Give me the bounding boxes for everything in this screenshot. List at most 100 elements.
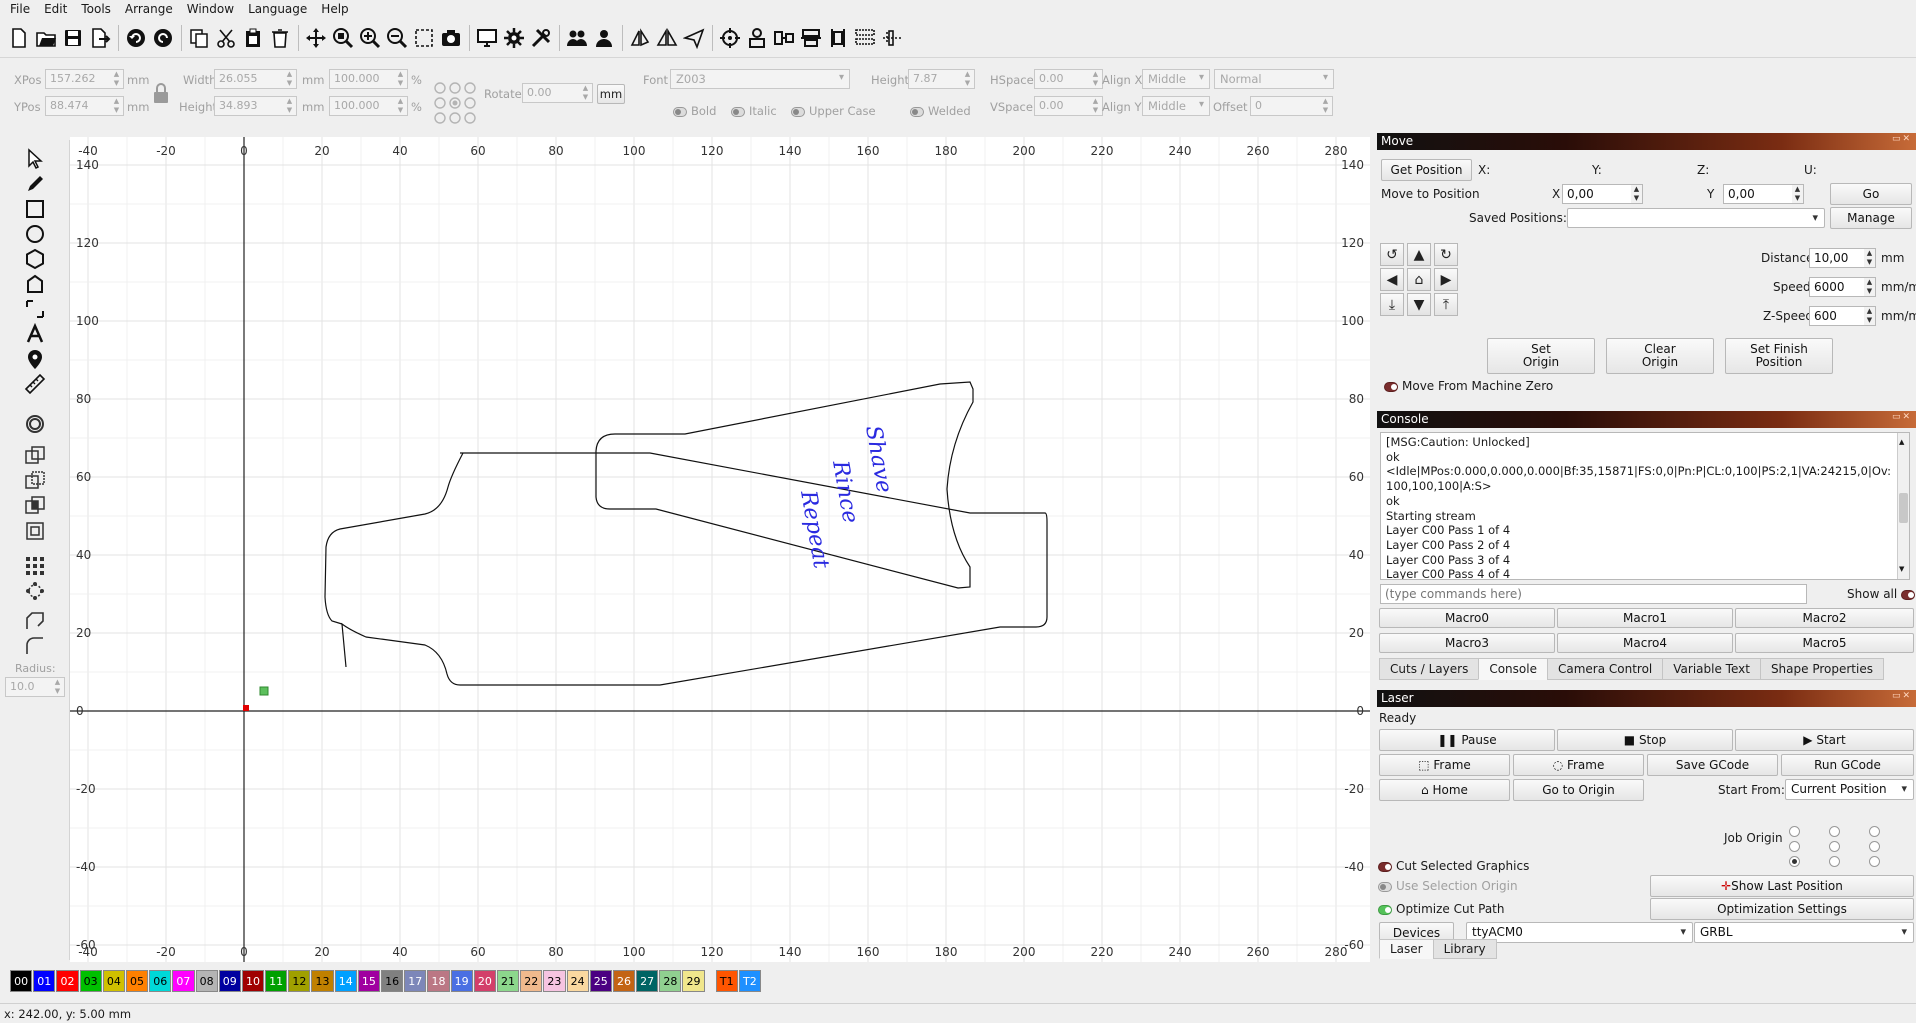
height-input[interactable]: 34.893	[214, 96, 284, 116]
palette-swatch-02[interactable]: 02	[56, 970, 79, 992]
scroll-up-icon[interactable]: ▲	[1899, 435, 1904, 450]
text-tool-icon[interactable]	[21, 322, 49, 346]
job-origin-radio-bl[interactable]	[1789, 856, 1800, 867]
pen-tool-icon[interactable]	[21, 172, 49, 196]
palette-swatch-00[interactable]: 00	[10, 970, 33, 992]
cut-selected-graphics-toggle[interactable]: Cut Selected Graphics	[1378, 859, 1529, 873]
position-laser-icon[interactable]	[21, 347, 49, 371]
jog-down-icon[interactable]: ▼	[1407, 293, 1431, 316]
weld-icon[interactable]	[21, 519, 49, 543]
height-spin[interactable]: ▲ ▼	[283, 96, 297, 116]
group-icon[interactable]	[564, 25, 590, 51]
radius-spin[interactable]: ▲ ▼	[51, 677, 65, 697]
rotate-cw-jog-icon[interactable]: ↻	[1434, 243, 1458, 266]
distance-spin[interactable]: ▲ ▼	[1864, 248, 1876, 268]
menu-help[interactable]: Help	[315, 2, 356, 16]
grid-array-icon[interactable]	[21, 554, 49, 578]
zoom-in-icon[interactable]	[357, 25, 383, 51]
job-origin-radio-tr[interactable]	[1869, 826, 1880, 837]
panel-close-icon[interactable]: ▭✕	[1892, 412, 1912, 422]
align-x-select[interactable]: Middle	[1142, 69, 1210, 89]
palette-swatch-27[interactable]: 27	[636, 970, 659, 992]
bottle-body-left[interactable]	[324, 452, 464, 625]
macro5-button[interactable]: Macro5	[1735, 633, 1914, 653]
tools-icon[interactable]	[528, 25, 554, 51]
palette-swatch-28[interactable]: 28	[659, 970, 682, 992]
palette-swatch-09[interactable]: 09	[218, 970, 241, 992]
palette-swatch-04[interactable]: 04	[102, 970, 125, 992]
speed-spin[interactable]: ▲ ▼	[1864, 277, 1876, 297]
palette-swatch-26[interactable]: 26	[612, 970, 636, 992]
palette-swatch-01[interactable]: 01	[33, 970, 56, 992]
optimize-cut-path-toggle[interactable]: Optimize Cut Path	[1378, 902, 1505, 916]
measure-tool-icon[interactable]	[21, 372, 49, 396]
zoom-out-icon[interactable]	[384, 25, 410, 51]
move-y-spin[interactable]: ▲ ▼	[1792, 184, 1804, 204]
canvas-text-shave[interactable]: Shave	[860, 424, 896, 495]
frame-circle-button[interactable]: ◌ Frame	[1513, 754, 1644, 776]
offset-shapes-icon[interactable]	[21, 412, 49, 436]
palette-swatch-08[interactable]: 08	[195, 970, 218, 992]
distance-input[interactable]: 10,00	[1809, 248, 1865, 268]
palette-swatch-22[interactable]: 22	[520, 970, 543, 992]
design-canvas[interactable]: -40 -40 -20 -20 0 0 20 20 40 40 60 60 80 80 100 100 120 1…	[70, 137, 1370, 962]
mirror-horizontal-icon[interactable]	[627, 25, 653, 51]
settings-icon[interactable]	[501, 25, 527, 51]
tab-camera-control[interactable]: Camera Control	[1546, 658, 1664, 680]
canvas-text-rince[interactable]: Rince	[827, 458, 863, 525]
lock-aspect-icon[interactable]	[152, 82, 170, 104]
delete-icon[interactable]	[267, 25, 293, 51]
height-percent-spin[interactable]: ▲ ▼	[394, 96, 408, 116]
panel-close-icon[interactable]: ▭✕	[1892, 691, 1912, 701]
palette-swatch-07[interactable]: 07	[172, 970, 195, 992]
height-percent-input[interactable]: 100.000	[329, 96, 395, 116]
wedge-shape-right[interactable]	[595, 381, 974, 589]
start-button[interactable]: ▶ Start	[1735, 729, 1914, 751]
palette-swatch-21[interactable]: 21	[496, 970, 520, 992]
manage-button[interactable]: Manage	[1830, 207, 1912, 229]
ungroup-icon[interactable]	[591, 25, 617, 51]
palette-swatch-23[interactable]: 23	[543, 970, 566, 992]
palette-swatch-14[interactable]: 14	[334, 970, 357, 992]
align-horizontal-icon[interactable]	[771, 25, 797, 51]
text-style-select[interactable]: Normal	[1214, 69, 1334, 89]
scroll-thumb[interactable]	[1899, 493, 1908, 523]
rotate-spin[interactable]: ▲ ▼	[579, 83, 593, 103]
run-gcode-button[interactable]: Run GCode	[1781, 754, 1914, 776]
move-x-spin[interactable]: ▲ ▼	[1631, 184, 1643, 204]
palette-swatch-05[interactable]: 05	[125, 970, 149, 992]
font-select[interactable]: Z003	[670, 69, 850, 89]
mirror-vertical-icon[interactable]	[654, 25, 680, 51]
jog-left-icon[interactable]: ◀	[1380, 268, 1404, 291]
palette-swatch-18[interactable]: 18	[427, 970, 450, 992]
upper-case-toggle[interactable]: Upper Case	[791, 104, 876, 118]
select-tool-icon[interactable]	[21, 147, 49, 171]
job-origin-radio-mc[interactable]	[1829, 841, 1840, 852]
width-percent-spin[interactable]: ▲ ▼	[394, 69, 408, 89]
rectangle-tool-icon[interactable]	[21, 197, 49, 221]
stop-button[interactable]: ■ Stop	[1557, 729, 1733, 751]
tab-cuts-layers[interactable]: Cuts / Layers	[1379, 658, 1480, 680]
move-y-input[interactable]: 0,00	[1723, 184, 1793, 204]
ellipse-tool-icon[interactable]	[21, 222, 49, 246]
set-finish-position-button[interactable]: Set Finish Position	[1725, 338, 1833, 374]
move-from-machine-zero-toggle[interactable]: Move From Machine Zero	[1384, 379, 1553, 393]
job-origin-radio-tl[interactable]	[1789, 826, 1800, 837]
home-button[interactable]: ⌂ Home	[1379, 779, 1510, 801]
align-y-select[interactable]: Middle	[1142, 96, 1210, 116]
hspace-input[interactable]: 0.00	[1034, 69, 1090, 89]
radius-input[interactable]: 10.0	[5, 677, 52, 697]
job-origin-radio-mr[interactable]	[1869, 841, 1880, 852]
open-file-icon[interactable]	[33, 25, 59, 51]
palette-swatch-20[interactable]: 20	[473, 970, 496, 992]
tab-library[interactable]: Library	[1432, 939, 1497, 959]
dock-icon[interactable]	[879, 25, 905, 51]
palette-swatch-t1[interactable]: T1	[715, 970, 738, 992]
palette-swatch-t2[interactable]: T2	[738, 970, 761, 992]
camera-icon[interactable]	[438, 25, 464, 51]
canvas-text-repeat[interactable]: Repeat	[795, 488, 833, 571]
save-file-icon[interactable]	[60, 25, 86, 51]
start-from-select[interactable]: Current Position	[1785, 779, 1914, 800]
z-speed-spin[interactable]: ▲ ▼	[1864, 306, 1876, 326]
palette-swatch-12[interactable]: 12	[288, 970, 311, 992]
